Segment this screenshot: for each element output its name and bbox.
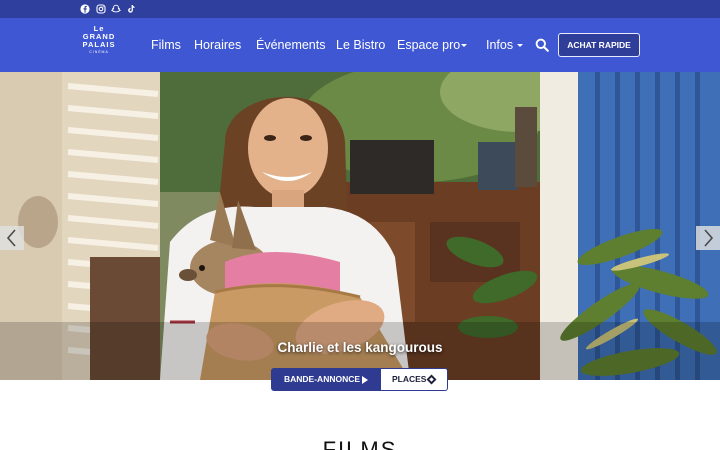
chevron-down-icon[interactable] [517, 44, 523, 47]
chevron-down-icon[interactable] [461, 44, 467, 47]
social-bar [0, 0, 720, 18]
hero-image [0, 72, 720, 380]
nav-espace-pro[interactable]: Espace pro [397, 36, 460, 54]
main-navbar: Le GRAND PALAIS CINÉMA Films Horaires Év… [0, 18, 720, 72]
instagram-icon[interactable] [96, 4, 106, 14]
logo-line-3: PALAIS [82, 40, 116, 49]
nav-films[interactable]: Films [151, 36, 181, 54]
search-icon[interactable] [535, 38, 549, 52]
play-icon [362, 376, 368, 384]
ticket-icon [426, 374, 437, 385]
chevron-right-icon[interactable] [696, 226, 720, 250]
nav-le-bistro[interactable]: Le Bistro [336, 36, 385, 54]
movie-title: Charlie et les kangourous [277, 340, 443, 355]
places-button-label: PLACES [392, 374, 427, 384]
places-button[interactable]: PLACES [380, 368, 448, 391]
nav-horaires[interactable]: Horaires [194, 36, 241, 54]
snapchat-icon[interactable] [111, 4, 121, 14]
site-logo[interactable]: Le GRAND PALAIS CINÉMA [80, 25, 118, 65]
tiktok-icon[interactable] [126, 4, 136, 14]
trailer-button[interactable]: BANDE-ANNONCE [271, 368, 381, 391]
trailer-button-label: BANDE-ANNONCE [284, 374, 361, 384]
nav-infos[interactable]: Infos [486, 36, 513, 54]
chevron-left-icon[interactable] [0, 226, 24, 250]
section-title: FILMS [322, 437, 398, 450]
facebook-icon[interactable] [80, 4, 90, 14]
hero-slider: Charlie et les kangourous [0, 72, 720, 380]
nav-evenements[interactable]: Événements [256, 36, 325, 54]
quick-buy-button[interactable]: ACHAT RAPIDE [558, 33, 640, 57]
logo-line-4: CINÉMA [89, 50, 109, 54]
